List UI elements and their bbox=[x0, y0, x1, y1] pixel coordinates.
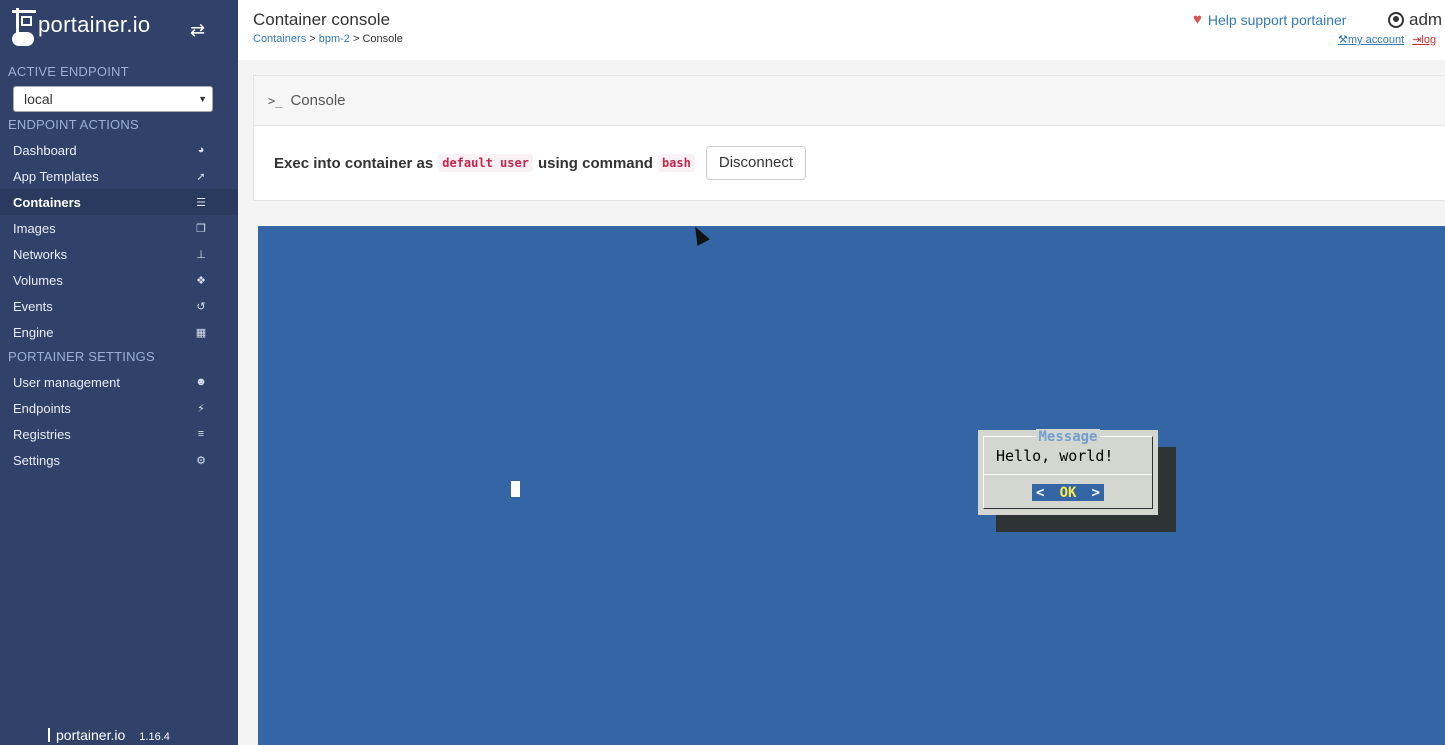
user-circle-icon bbox=[1388, 12, 1404, 28]
wrench-icon: ⚒ bbox=[1338, 34, 1348, 46]
sidebar-item-label: Dashboard bbox=[13, 142, 77, 158]
help-support-link[interactable]: ♥ Help support portainer bbox=[1193, 11, 1346, 28]
portainer-footer-logo-icon bbox=[46, 726, 56, 744]
chevron-down-icon: ▼ bbox=[198, 94, 207, 104]
sidebar-item-events[interactable]: Events ↺ bbox=[0, 293, 238, 319]
cogs-icon: ⚙ bbox=[196, 454, 206, 467]
portainer-logo-icon bbox=[12, 6, 36, 46]
my-account-link[interactable]: ⚒my account bbox=[1338, 34, 1404, 46]
message-dialog: Message Hello, world! < OK > bbox=[978, 429, 1158, 515]
toggle-sidebar-icon[interactable]: ⇄ bbox=[190, 20, 205, 41]
clone-icon: ❐ bbox=[196, 222, 206, 235]
version-label: 1.16.4 bbox=[139, 730, 170, 743]
sidebar-item-label: Events bbox=[13, 298, 53, 314]
widget-body: Exec into container as default user usin… bbox=[254, 126, 1445, 200]
sidebar-item-containers[interactable]: Containers ☰ bbox=[0, 189, 238, 215]
tachometer-icon: ◕ bbox=[197, 144, 205, 156]
rocket-icon: ➚ bbox=[196, 170, 206, 183]
heart-icon: ♥ bbox=[1193, 11, 1202, 28]
endpoint-select-value: local bbox=[24, 91, 53, 107]
sidebar-item-endpoints[interactable]: Endpoints ⚡ bbox=[0, 395, 238, 421]
active-endpoint-title: ACTIVE ENDPOINT bbox=[8, 64, 129, 79]
sidebar-brand: portainer.io ⇄ bbox=[0, 0, 238, 60]
widget-header: >_ Console bbox=[254, 76, 1445, 126]
sidebar: portainer.io ⇄ ACTIVE ENDPOINT local ▼ E… bbox=[0, 0, 238, 745]
sidebar-item-settings[interactable]: Settings ⚙ bbox=[0, 447, 238, 473]
breadcrumb-container-link[interactable]: bpm-2 bbox=[319, 33, 350, 45]
sidebar-item-label: Registries bbox=[13, 426, 71, 442]
portainer-settings-title: PORTAINER SETTINGS bbox=[8, 349, 155, 364]
help-support-label: Help support portainer bbox=[1207, 11, 1347, 28]
sidebar-item-networks[interactable]: Networks ⊥ bbox=[0, 241, 238, 267]
history-icon: ↺ bbox=[196, 300, 206, 313]
sidebar-item-label: Engine bbox=[13, 324, 54, 340]
cubes-icon: ❖ bbox=[196, 274, 206, 287]
sidebar-item-label: Endpoints bbox=[13, 400, 71, 416]
terminal-icon: >_ bbox=[268, 93, 283, 108]
footer-brand: portainer.io bbox=[56, 727, 126, 743]
plug-icon: ⚡ bbox=[197, 402, 205, 415]
exec-user-code: default user bbox=[438, 154, 533, 172]
breadcrumb: Containers > bpm-2 > Console bbox=[253, 33, 403, 45]
dialog-separator bbox=[984, 474, 1152, 475]
sidebar-item-volumes[interactable]: Volumes ❖ bbox=[0, 267, 238, 293]
account-links: ⚒my account ⇥log bbox=[1338, 33, 1436, 46]
user-info: adm bbox=[1388, 10, 1442, 30]
users-icon: ☻ bbox=[195, 376, 207, 388]
sidebar-item-user-management[interactable]: User management ☻ bbox=[0, 369, 238, 395]
disconnect-button[interactable]: Disconnect bbox=[705, 146, 807, 180]
sidebar-item-label: Volumes bbox=[13, 272, 63, 288]
breadcrumb-containers-link[interactable]: Containers bbox=[253, 33, 306, 45]
exec-command-code: bash bbox=[657, 154, 695, 172]
sidebar-item-label: Networks bbox=[13, 246, 68, 262]
breadcrumb-current: Console bbox=[362, 33, 403, 45]
sidebar-item-label: Containers bbox=[13, 194, 81, 210]
exec-prefix-text: Exec into container as bbox=[274, 154, 434, 172]
server-icon: ☰ bbox=[196, 196, 206, 209]
sidebar-item-images[interactable]: Images ❐ bbox=[0, 215, 238, 241]
ok-label: OK bbox=[1059, 484, 1077, 501]
logout-link[interactable]: ⇥log bbox=[1412, 34, 1436, 46]
dialog-message: Hello, world! bbox=[996, 447, 1114, 465]
username: adm bbox=[1409, 10, 1443, 29]
sidebar-item-registries[interactable]: Registries ≡ bbox=[0, 421, 238, 447]
widget-title: Console bbox=[290, 92, 346, 109]
exec-middle-text: using command bbox=[537, 154, 653, 172]
dialog-title: Message bbox=[1036, 429, 1100, 445]
sidebar-item-label: User management bbox=[13, 374, 120, 390]
brand-name: portainer.io bbox=[38, 12, 151, 37]
endpoint-actions-title: ENDPOINT ACTIONS bbox=[8, 117, 139, 132]
dialog-ok-button[interactable]: < OK > bbox=[1032, 484, 1104, 501]
th-icon: ▦ bbox=[195, 326, 207, 339]
terminal-screen[interactable]: Message Hello, world! < OK > bbox=[258, 226, 1445, 745]
page-header: Container console Containers > bpm-2 > C… bbox=[238, 0, 1445, 60]
database-icon: ≡ bbox=[197, 428, 205, 440]
endpoint-select[interactable]: local ▼ bbox=[13, 86, 213, 112]
sidebar-item-dashboard[interactable]: Dashboard ◕ bbox=[0, 137, 238, 163]
sidebar-item-label: App Templates bbox=[13, 168, 99, 184]
sitemap-icon: ⊥ bbox=[196, 248, 206, 261]
sidebar-footer: portainer.io 1.16.4 bbox=[46, 726, 170, 744]
console-widget: >_ Console Exec into container as defaul… bbox=[253, 75, 1445, 201]
page-title: Container console bbox=[253, 10, 391, 29]
terminal-cursor bbox=[511, 481, 520, 497]
sidebar-item-app-templates[interactable]: App Templates ➚ bbox=[0, 163, 238, 189]
sidebar-item-label: Images bbox=[13, 220, 56, 236]
sidebar-item-engine[interactable]: Engine ▦ bbox=[0, 319, 238, 345]
sidebar-item-label: Settings bbox=[13, 452, 60, 468]
portainer-logo[interactable]: portainer.io bbox=[12, 6, 150, 46]
